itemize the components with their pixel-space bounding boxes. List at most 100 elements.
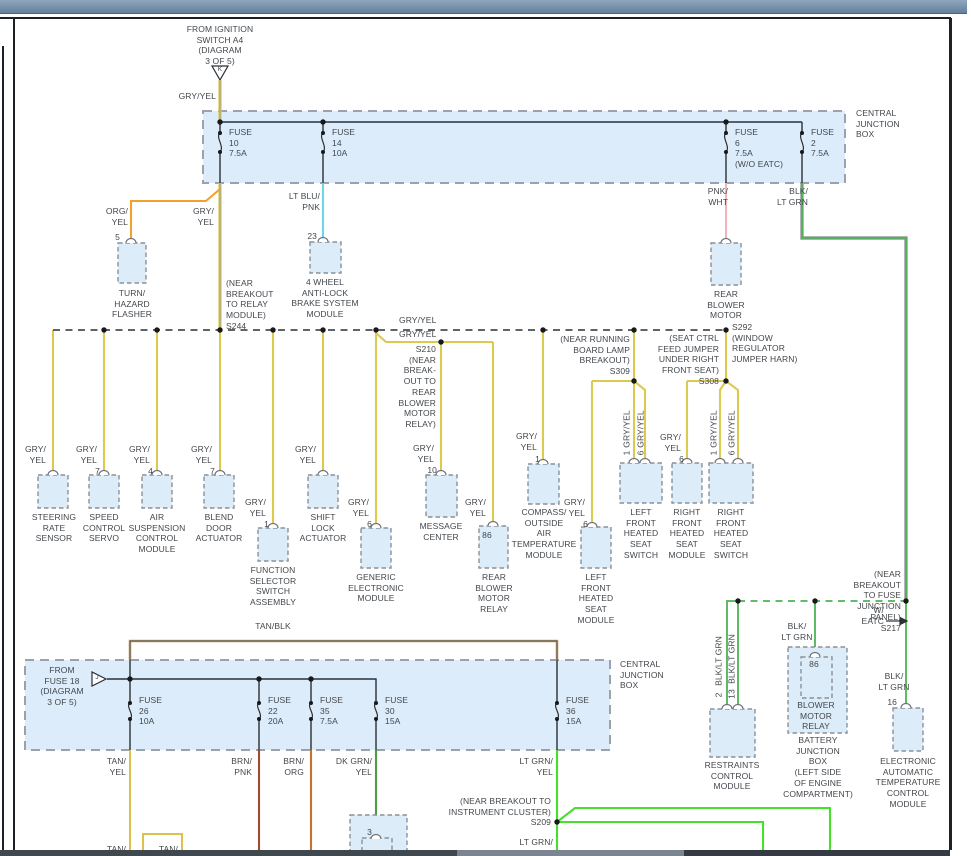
message-center-label: MESSAGE CENTER [420,521,463,542]
wire-label-gryyel-rbmr: GRY/ YEL [465,497,486,518]
speed-control-servo-label: SPEED CONTROL SERVO [83,512,125,544]
wire-label-tanyel: TAN/ YEL [107,756,126,777]
splice-s309-note: (NEAR RUNNING BOARD LAMP BREAKOUT) S309 [560,334,630,377]
pin-6-lfhss: 6 [636,451,647,456]
pin-86-bmr: 86 [809,659,819,670]
diagram-labels: FROM IGNITION SWITCH A4 (DIAGRAM 3 OF 5)… [0,0,971,856]
splice-s292-note: S292 (WINDOW REGULATOR JUMPER HARN) [732,322,797,365]
rear-blower-motor-label: REAR BLOWER MOTOR [707,289,744,321]
w-eatc-note: W/ EATC [862,605,884,626]
wire-label-gryyel-lfhss-6: GRY/YEL [636,410,647,447]
battery-junction-box-label: BATTERY JUNCTION BOX (LEFT SIDE OF ENGIN… [783,735,853,799]
pin-6-gem: 6 [367,519,372,530]
fuse-2-label: FUSE 2 7.5A [811,127,834,159]
wire-label-gryyel-shift: GRY/ YEL [295,444,316,465]
wire-label-blkltgrn-top: BLK/ LT GRN [777,186,808,207]
left-front-heated-seat-switch-label: LEFT FRONT HEATED SEAT SWITCH [624,507,658,561]
eatc-module-label: ELECTRONIC AUTOMATIC TEMPERATURE CONTROL… [876,756,941,810]
wire-label-gryyel-rfhss-6: GRY/YEL [727,410,738,447]
wire-label-gryyel-rfhsm: GRY/ YEL [660,432,681,453]
function-selector-label: FUNCTION SELECTOR SWITCH ASSEMBLY [250,565,296,608]
blower-motor-relay-label: BLOWER MOTOR RELAY [797,700,834,732]
bottom-bar-segment-2 [457,850,684,856]
wire-label-brnpnk: BRN/ PNK [231,756,252,777]
right-front-heated-seat-switch-label: RIGHT FRONT HEATED SEAT SWITCH [714,507,748,561]
fuse-6-label: FUSE 6 7.5A (W/O EATC) [735,127,783,170]
pin-1-rfhss: 1 [709,451,720,456]
wiring-diagram-page: FROM IGNITION SWITCH A4 (DIAGRAM 3 OF 5)… [0,0,971,856]
from-ignition-note: FROM IGNITION SWITCH A4 (DIAGRAM 3 OF 5) [187,24,253,67]
left-front-heated-seat-module-label: LEFT FRONT HEATED SEAT MODULE [578,572,615,626]
pin-10-message: 10 [427,465,437,476]
wire-label-ltgrnyel: LT GRN/ YEL [520,756,553,777]
steering-rate-sensor-label: STEERING RATE SENSOR [32,512,76,544]
rear-blower-motor-relay-label: REAR BLOWER MOTOR RELAY [475,572,512,615]
wire-label-gryyel-message: GRY/ YEL [413,443,434,464]
right-front-heated-seat-module-label: RIGHT FRONT HEATED SEAT MODULE [669,507,706,561]
pin-5: 5 [115,232,120,243]
wire-label-pnkwht: PNK/ WHT [708,186,728,207]
pin-1-lfhss: 1 [622,451,633,456]
wire-label-gryyel-steering: GRY/ YEL [25,444,46,465]
central-junction-box-top-label: CENTRAL JUNCTION BOX [856,108,900,140]
pin-7-speed: 7 [95,466,100,477]
pin-2-rcm: 2 [714,693,725,698]
from-fuse-18-note: FROM FUSE 18 (DIAGRAM 3 OF 5) [40,665,83,708]
wire-label-gryyel-compass: GRY/ YEL [516,431,537,452]
fuse-14-label: FUSE 14 10A [332,127,355,159]
fuse-26-label: FUSE 26 10A [139,695,162,727]
pin-6-rfhsm: 6 [679,454,684,465]
wire-label-gryyel-lfhss-1: GRY/YEL [622,410,633,447]
wire-label-blkltgrn-bjb: BLK/ LT GRN [782,621,813,642]
connector-j-letter: J [95,674,98,682]
pin-6-rfhss: 6 [727,451,738,456]
fuse-22-label: FUSE 22 20A [268,695,291,727]
pin-86-rbmr: 86 [482,530,492,541]
wire-label-gryyel-fuse10: GRY/ YEL [193,206,214,227]
fuse-35-label: FUSE 35 7.5A [320,695,343,727]
splice-s210-note: S210 (NEAR BREAK- OUT TO REAR BLOWER MOT… [399,344,436,430]
pin-1-funcsel: 1 [264,519,269,530]
wire-label-blkltgrn-rcm-2: BLK/LT GRN [714,636,725,686]
wire-label-gryyel-rfhss-1: GRY/YEL [709,410,720,447]
bottom-bar-segment-1 [0,850,457,856]
wire-label-gryyel-blend: GRY/ YEL [191,444,212,465]
pin-4-airsusp: 4 [148,466,153,477]
pin-7-blend: 7 [210,466,215,477]
bus-label-gryyel-1: GRY/YEL [399,315,436,326]
bottom-bar-segment-3 [684,850,950,856]
page-left-border-inner [13,18,15,850]
connector-k-letter: K [218,66,222,74]
shift-lock-actuator-label: SHIFT LOCK ACTUATOR [300,512,347,544]
fuse-36-label: FUSE 36 15A [566,695,589,727]
wire-label-blkltgrn-eatc: BLK/ LT GRN [879,671,910,692]
pin-6-lfhsm: 6 [583,519,588,530]
splice-s209-note: (NEAR BREAKOUT TO INSTRUMENT CLUSTER) S2… [449,796,551,828]
restraints-control-module-label: RESTRAINTS CONTROL MODULE [705,760,760,792]
page-top-border [0,17,951,19]
splice-s308-note: (SEAT CTRL FEED JUMPER UNDER RIGHT FRONT… [658,333,719,387]
generic-electronic-module-label: GENERIC ELECTRONIC MODULE [348,572,404,604]
wire-label-gryyel-speed: GRY/ YEL [76,444,97,465]
wire-label-tanblk: TAN/BLK [255,621,291,632]
pin-23: 23 [307,231,317,242]
page-left-border-outer [2,46,4,850]
pin-16-eatc: 16 [887,697,897,708]
wire-label-dkgrnyel: DK GRN/ YEL [336,756,372,777]
splice-s244-note: (NEAR BREAKOUT TO RELAY MODULE) S244 [226,278,274,332]
window-title-bar [0,0,967,14]
wire-label-blkltgrn-rcm-13: BLK/LT GRN [727,634,738,684]
wire-label-ltblupnk: LT BLU/ PNK [289,191,320,212]
wire-label-gryyel-feed: GRY/YEL [179,91,216,102]
blend-door-actuator-label: BLEND DOOR ACTUATOR [196,512,243,544]
pin-3: 3 [367,827,372,838]
fuse-10-label: FUSE 10 7.5A [229,127,252,159]
page-right-border [949,18,952,850]
air-suspension-label: AIR SUSPENSION CONTROL MODULE [129,512,186,555]
compass-module-label: COMPASS/ OUTSIDE AIR TEMPERATURE MODULE [512,507,577,561]
bus-label-gryyel-2: GRY/YEL [399,329,436,340]
wire-label-gryyel-funcsel: GRY/ YEL [245,497,266,518]
central-junction-box-bottom-label: CENTRAL JUNCTION BOX [620,659,664,691]
fuse-30-label: FUSE 30 15A [385,695,408,727]
abs-module-label: 4 WHEEL ANTI-LOCK BRAKE SYSTEM MODULE [291,277,358,320]
